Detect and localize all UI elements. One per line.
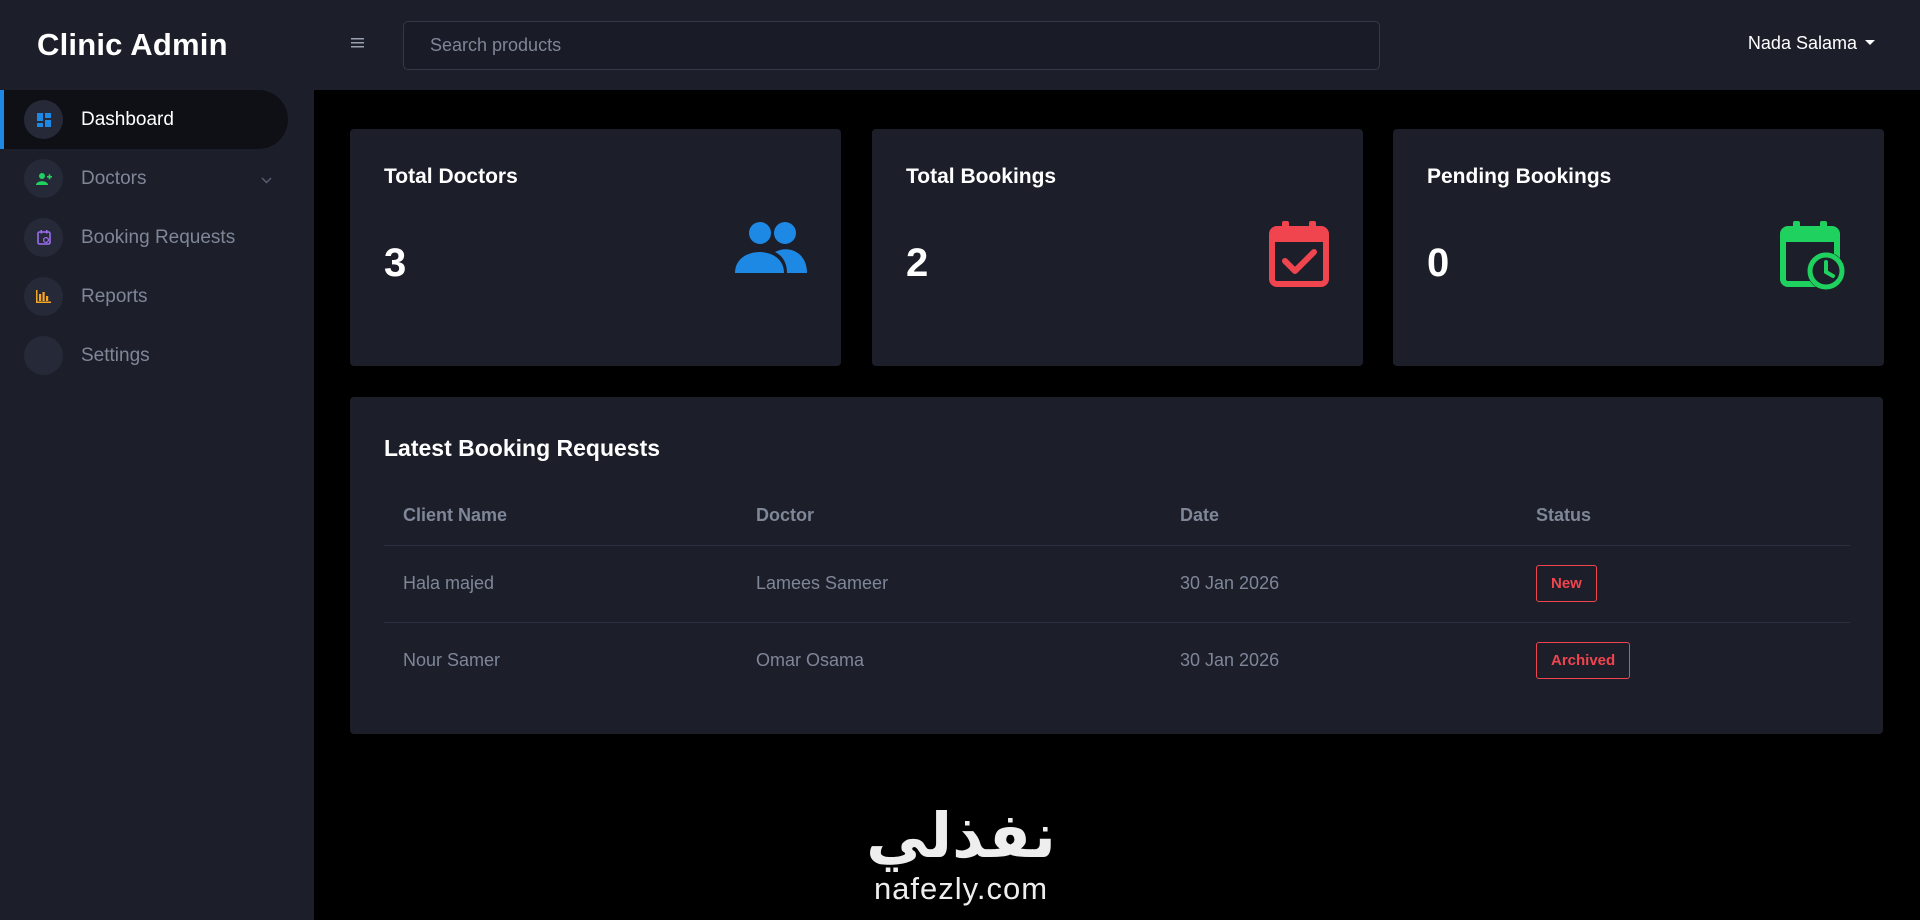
caret-down-icon [1865, 40, 1875, 45]
status-badge[interactable]: Archived [1536, 642, 1631, 680]
sidebar-item-label: Reports [81, 285, 148, 307]
stat-value: 0 [1427, 241, 1450, 285]
user-name: Nada Salama [1747, 33, 1857, 53]
stat-title: Total Doctors [384, 165, 518, 188]
sidebar-item-dashboard[interactable]: Dashboard [0, 90, 288, 149]
search-input[interactable] [430, 35, 1379, 56]
topbar: Nada Salama [314, 0, 1920, 90]
chevron-down-icon[interactable] [261, 171, 272, 189]
cell-status: New [1517, 545, 1850, 623]
table-header-row: Client Name Doctor Date Status [384, 486, 1850, 546]
search-box [403, 21, 1380, 70]
sidebar: Clinic Admin Dashboard Doctors Booking R… [0, 0, 314, 920]
column-header-status[interactable]: Status [1517, 486, 1850, 546]
cell-doctor: Lamees Sameer [737, 545, 1161, 623]
user-group-icon [24, 159, 63, 198]
dashboard-icon [24, 100, 63, 139]
bar-chart-icon [24, 277, 63, 316]
sidebar-item-label: Doctors [81, 167, 147, 189]
sidebar-item-doctors[interactable]: Doctors [0, 149, 288, 208]
table-row[interactable]: Nour Samer Omar Osama 30 Jan 2026 Archiv… [384, 622, 1850, 699]
sidebar-item-settings[interactable]: Settings [0, 326, 288, 385]
column-header-date[interactable]: Date [1161, 486, 1517, 546]
cell-date: 30 Jan 2026 [1180, 650, 1280, 671]
users-icon [735, 221, 807, 278]
stat-title: Pending Bookings [1427, 165, 1612, 188]
stat-title: Total Bookings [906, 165, 1057, 188]
stat-value: 3 [384, 241, 407, 285]
calendar-check-icon [1269, 221, 1329, 292]
cell-status: Archived [1517, 622, 1850, 699]
cell-client-name: Hala majed [384, 545, 737, 623]
latest-bookings-card: Latest Booking Requests Client Name Doct… [350, 397, 1883, 734]
sidebar-item-label: Settings [81, 344, 150, 366]
sidebar-item-reports[interactable]: Reports [0, 267, 288, 326]
stat-card-pending-bookings: Pending Bookings 0 [1393, 129, 1884, 366]
settings-icon [24, 336, 63, 375]
section-title: Latest Booking Requests [384, 435, 661, 461]
stat-value: 2 [906, 241, 929, 285]
watermark-logo: نفذلي [866, 799, 1056, 872]
cell-date: 30 Jan 2026 [1161, 545, 1517, 623]
table-row[interactable]: Hala majed Lamees Sameer 30 Jan 2026 New [384, 545, 1850, 623]
hamburger-menu-icon[interactable] [350, 35, 366, 51]
cell-doctor: Omar Osama [756, 650, 865, 671]
brand-title[interactable]: Clinic Admin [0, 0, 314, 90]
sidebar-nav: Dashboard Doctors Booking Requests Repor… [0, 90, 314, 385]
user-menu[interactable]: Nada Salama [1748, 33, 1875, 54]
column-header-doctor[interactable]: Doctor [737, 486, 1161, 546]
watermark-url: nafezly.com [873, 871, 1049, 906]
calendar-clock-icon [1780, 221, 1848, 298]
stat-card-total-doctors: Total Doctors 3 [350, 129, 841, 366]
sidebar-item-label: Dashboard [81, 108, 174, 130]
bookings-table: Client Name Doctor Date Status Hala maje… [384, 486, 1850, 699]
cell-client-name: Nour Samer [403, 650, 501, 671]
calendar-icon [24, 218, 63, 257]
sidebar-item-label: Booking Requests [81, 226, 236, 248]
column-header-client-name[interactable]: Client Name [384, 486, 737, 546]
watermark: نفذلي nafezly.com [855, 805, 1067, 907]
sidebar-item-booking-requests[interactable]: Booking Requests [0, 208, 288, 267]
status-badge[interactable]: New [1536, 565, 1597, 602]
stat-card-total-bookings: Total Bookings 2 [872, 129, 1363, 366]
